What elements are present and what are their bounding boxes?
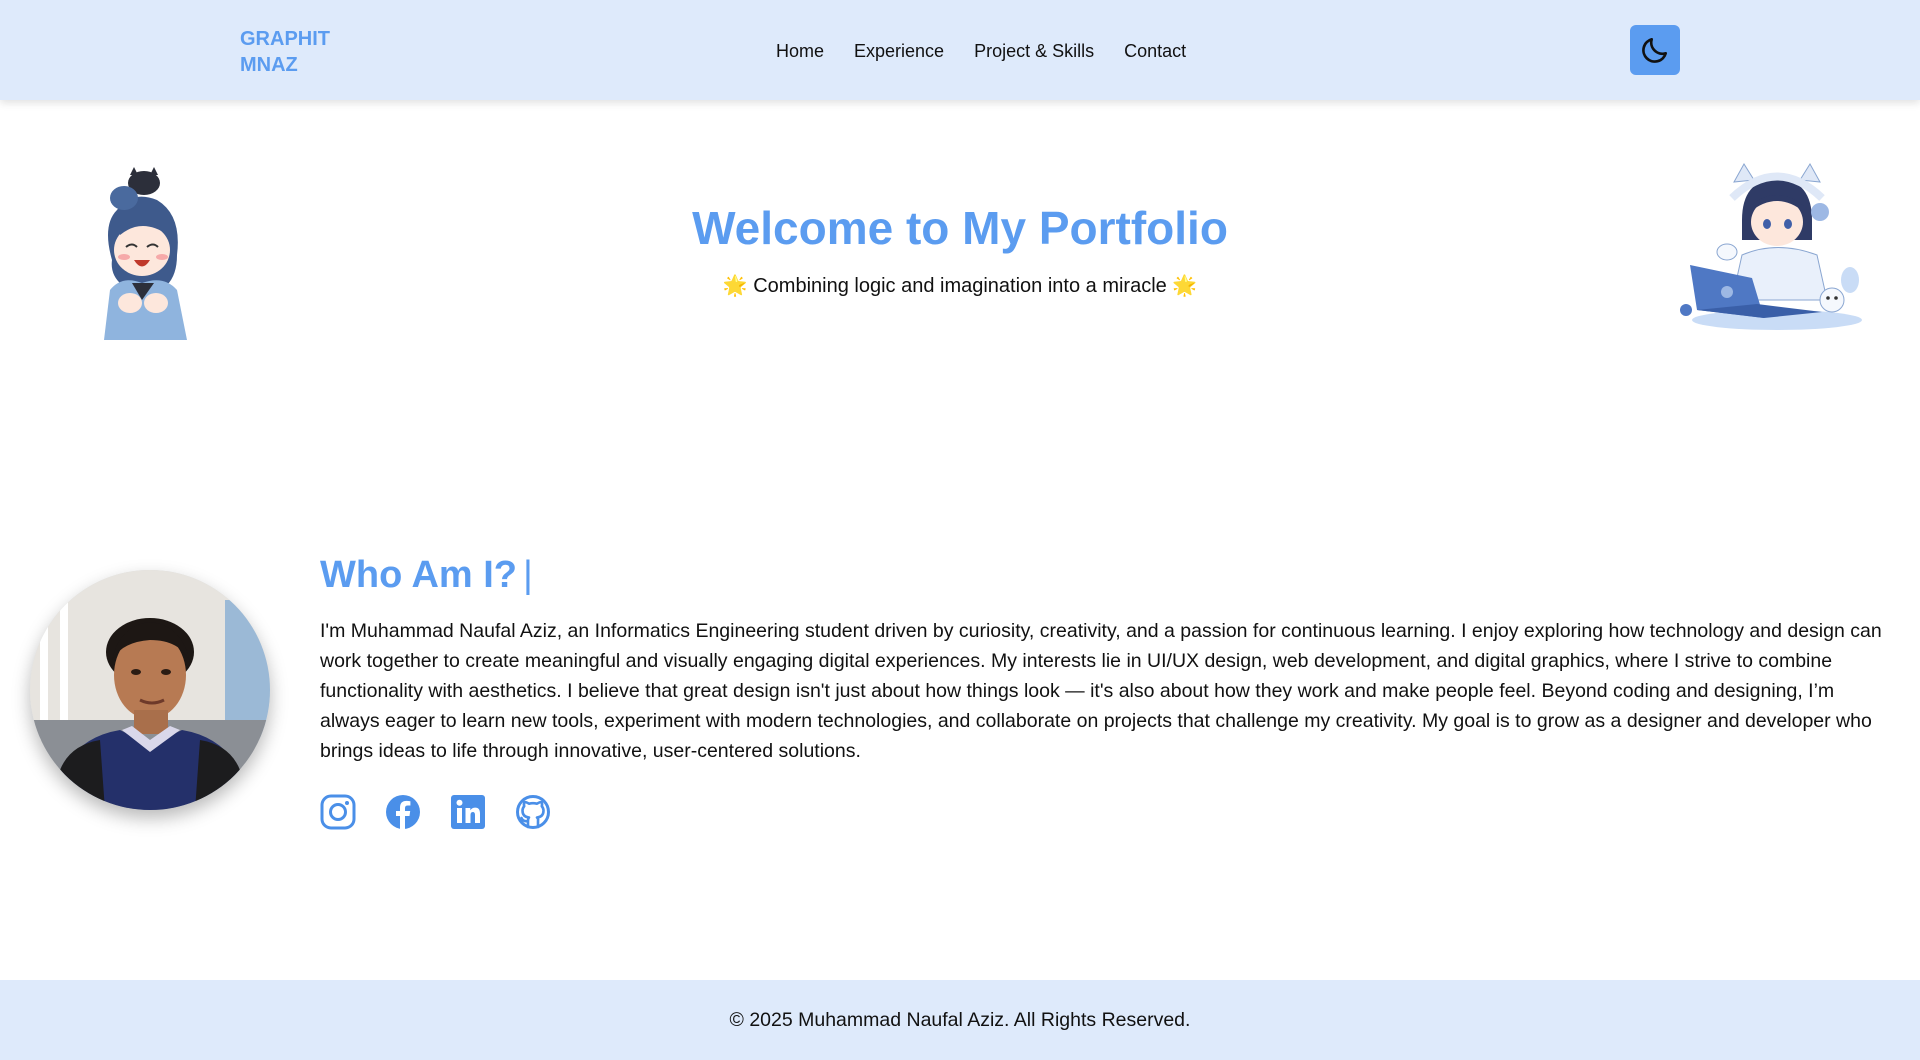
chibi-boy-laptop-sticker [1680, 163, 1862, 330]
linkedin-link[interactable] [450, 794, 486, 830]
about-paragraph: I'm Muhammad Naufal Aziz, an Informatics… [320, 620, 1882, 762]
about-title-text: Who Am I? [320, 554, 517, 596]
brand-logo[interactable]: GRAPHIT MNAZ [240, 26, 360, 78]
sun-icon-left: 🌟 [722, 275, 748, 297]
about-title: Who Am I? | [320, 550, 533, 600]
copyright-text: © 2025 Muhammad Naufal Aziz. All Rights … [729, 1009, 1191, 1031]
nav-contact[interactable]: Contact [1124, 38, 1186, 64]
hero-subtitle-text: Combining logic and imagination into a m… [753, 275, 1167, 297]
linkedin-icon [451, 795, 485, 829]
nav-projects-skills[interactable]: Project & Skills [974, 38, 1094, 64]
typing-cursor: | [523, 554, 533, 596]
instagram-link[interactable] [320, 794, 356, 830]
hero-subtitle: 🌟 Combining logic and imagination into a… [0, 272, 1920, 300]
brand-line-1: GRAPHIT [240, 28, 330, 50]
facebook-icon [386, 795, 420, 829]
moon-icon [1642, 38, 1667, 63]
navbar: GRAPHIT MNAZ Home Experience Project & S… [0, 0, 1920, 100]
brand-line-2: MNAZ [240, 54, 298, 76]
theme-toggle-button[interactable] [1630, 25, 1680, 75]
sun-icon-right: 🌟 [1172, 275, 1198, 297]
main-nav: Home Experience Project & Skills Contact [776, 38, 1186, 64]
social-links [320, 794, 551, 830]
facebook-link[interactable] [385, 794, 421, 830]
nav-home[interactable]: Home [776, 38, 824, 64]
instagram-icon [320, 794, 356, 830]
footer: © 2025 Muhammad Naufal Aziz. All Rights … [0, 980, 1920, 1060]
github-icon [516, 795, 550, 829]
nav-experience[interactable]: Experience [854, 38, 944, 64]
hero-title: Welcome to My Portfolio [692, 202, 1228, 254]
github-link[interactable] [515, 794, 551, 830]
profile-photo [30, 570, 270, 810]
